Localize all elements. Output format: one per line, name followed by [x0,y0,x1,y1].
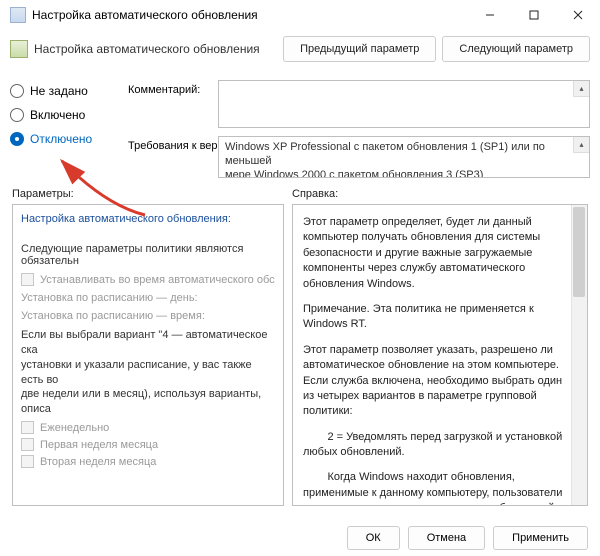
checkbox-label: Устанавливать во время автоматического о… [40,274,275,286]
radio-icon [10,132,24,146]
params-note: Если вы выбрали вариант "4 — автоматичес… [21,328,275,358]
parameters-pane: Настройка автоматического обновления: Сл… [12,204,284,506]
checkbox-icon [21,455,34,468]
requirements-row: Требования к версии: Windows XP Professi… [128,136,590,178]
help-label: Справка: [292,188,338,200]
minimize-button[interactable] [468,0,512,30]
state-radio-group: Не задано Включено Отключено [10,80,118,178]
lower-panes: Настройка автоматического обновления: Сл… [0,202,600,510]
radio-enabled[interactable]: Включено [10,108,118,122]
sched-time-label: Установка по расписанию — время: [21,310,275,322]
radio-label: Не задано [30,84,88,98]
comment-row: Комментарий: ▴ [128,80,590,128]
params-note: две недели или в месяц), используя вариа… [21,387,275,417]
help-paragraph: Когда Windows находит обновления, примен… [303,470,565,506]
close-button[interactable] [556,0,600,30]
sched-day-label: Установка по расписанию — день: [21,292,275,304]
window-controls [468,0,600,30]
help-paragraph: Этот параметр определяет, будет ли данны… [303,215,565,292]
checkbox-label: Вторая неделя месяца [40,456,156,468]
maximize-button[interactable] [512,0,556,30]
checkbox-label: Еженедельно [40,422,109,434]
radio-icon [10,108,24,122]
titlebar: Настройка автоматического обновления [0,0,600,30]
comment-label: Комментарий: [128,80,210,96]
scrollbar-track[interactable] [571,205,587,505]
requirements-textarea[interactable]: Windows XP Professional с пакетом обновл… [218,136,590,178]
checkbox-weekly[interactable]: Еженедельно [21,421,275,434]
checkbox-second-week[interactable]: Вторая неделя месяца [21,455,275,468]
help-paragraph: 2 = Уведомлять перед загрузкой и установ… [303,430,565,461]
requirements-label: Требования к версии: [128,136,210,152]
comment-textarea[interactable]: ▴ [218,80,590,128]
radio-disabled[interactable]: Отключено [10,132,118,146]
radio-icon [10,84,24,98]
checkbox-icon [21,438,34,451]
app-icon [10,7,26,23]
next-setting-button[interactable]: Следующий параметр [442,36,590,62]
radio-not-configured[interactable]: Не задано [10,84,118,98]
policy-icon [10,40,28,58]
params-note: установки и указали расписание, у вас та… [21,358,275,388]
dialog-footer: ОК Отмена Применить [347,526,588,550]
apply-button[interactable]: Применить [493,526,588,550]
section-labels: Параметры: Справка: [0,180,600,202]
checkbox-icon [21,273,34,286]
radio-label: Отключено [30,132,92,146]
checkbox-first-week[interactable]: Первая неделя месяца [21,438,275,451]
scrollbar-thumb[interactable] [573,207,585,297]
ok-button[interactable]: ОК [347,526,400,550]
help-pane[interactable]: Этот параметр определяет, будет ли данны… [292,204,588,506]
checkbox-label: Первая неделя месяца [40,439,158,451]
upper-pane: Не задано Включено Отключено Комментарий… [0,72,600,180]
checkbox-install-during-maintenance[interactable]: Устанавливать во время автоматического о… [21,273,275,286]
cancel-button[interactable]: Отмена [408,526,485,550]
help-paragraph: Этот параметр позволяет указать, разреше… [303,343,565,420]
header-row: Настройка автоматического обновления Пре… [0,30,600,72]
prev-setting-button[interactable]: Предыдущий параметр [283,36,436,62]
requirements-line: Windows XP Professional с пакетом обновл… [225,141,571,169]
params-heading: Настройка автоматического обновления: [21,213,275,225]
radio-label: Включено [30,108,85,122]
checkbox-icon [21,421,34,434]
scroll-up-icon[interactable]: ▴ [573,81,589,97]
window-title: Настройка автоматического обновления [32,8,258,22]
requirements-line: мере Windows 2000 с пакетом обновления 3… [225,169,571,179]
params-desc: Следующие параметры политики являются об… [21,243,275,267]
scroll-up-icon[interactable]: ▴ [573,137,589,153]
policy-title: Настройка автоматического обновления [34,42,260,56]
help-paragraph: Примечание. Эта политика не применяется … [303,302,565,333]
parameters-label: Параметры: [12,188,292,200]
